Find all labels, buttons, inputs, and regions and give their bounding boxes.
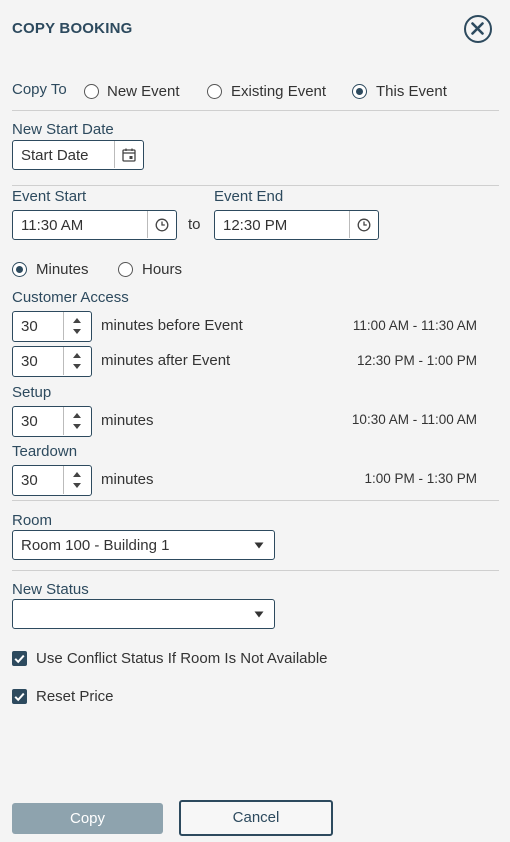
teardown-text: minutes (101, 471, 154, 488)
field-separator (349, 211, 350, 238)
room-select[interactable]: Room 100 - Building 1 (12, 530, 275, 560)
divider (12, 500, 499, 501)
before-event-text: minutes before Event (101, 317, 243, 334)
new-status-select[interactable] (12, 599, 275, 629)
event-end-field[interactable]: 12:30 PM (214, 210, 379, 240)
checkmark-icon (14, 654, 25, 664)
setup-label: Setup (12, 384, 52, 401)
new-status-label: New Status (12, 581, 89, 598)
cancel-button[interactable]: Cancel (179, 800, 333, 836)
teardown-value: 30 (21, 472, 38, 489)
copy-button[interactable]: Copy (12, 803, 163, 834)
chevron-down-icon (254, 611, 264, 618)
after-event-value: 30 (21, 353, 38, 370)
teardown-range: 1:00 PM - 1:30 PM (364, 471, 477, 486)
radio-hours-label[interactable]: Hours (142, 261, 182, 278)
teardown-label: Teardown (12, 443, 78, 460)
stepper-separator (63, 466, 64, 494)
radio-new-event[interactable] (84, 84, 99, 99)
stepper-arrows-icon[interactable] (72, 411, 82, 431)
after-event-range: 12:30 PM - 1:00 PM (356, 353, 477, 368)
before-event-stepper[interactable]: 30 (12, 311, 92, 342)
stepper-arrows-icon[interactable] (72, 470, 82, 490)
start-date-placeholder: Start Date (21, 147, 89, 164)
radio-minutes-label[interactable]: Minutes (36, 261, 89, 278)
stepper-arrows-icon[interactable] (72, 351, 82, 371)
radio-new-event-label[interactable]: New Event (107, 83, 180, 100)
new-start-date-label: New Start Date (12, 121, 114, 138)
field-separator (147, 211, 148, 238)
radio-existing-event[interactable] (207, 84, 222, 99)
setup-text: minutes (101, 412, 154, 429)
copy-to-label: Copy To (12, 81, 67, 98)
after-event-text: minutes after Event (101, 352, 231, 369)
dialog-title: COPY BOOKING (12, 20, 133, 37)
setup-range: 10:30 AM - 11:00 AM (351, 412, 477, 427)
event-end-label: Event End (214, 188, 284, 205)
use-conflict-label[interactable]: Use Conflict Status If Room Is Not Avail… (36, 650, 328, 667)
calendar-icon[interactable] (122, 148, 136, 162)
close-icon (471, 22, 484, 35)
event-end-value: 12:30 PM (223, 217, 288, 234)
divider (12, 110, 499, 111)
chevron-down-icon (254, 542, 264, 549)
after-event-stepper[interactable]: 30 (12, 346, 92, 377)
stepper-separator (63, 407, 64, 435)
field-separator (114, 141, 115, 168)
checkmark-icon (14, 692, 25, 702)
before-event-range: 11:00 AM - 11:30 AM (352, 318, 477, 333)
room-value: Room 100 - Building 1 (21, 537, 170, 554)
stepper-separator (63, 347, 64, 375)
divider (12, 185, 499, 186)
stepper-separator (63, 312, 64, 340)
divider (12, 570, 499, 571)
use-conflict-checkbox[interactable] (12, 651, 27, 666)
radio-this-event-label[interactable]: This Event (376, 83, 447, 100)
setup-value: 30 (21, 413, 38, 430)
customer-access-label: Customer Access (12, 289, 129, 306)
radio-minutes[interactable] (12, 262, 27, 277)
to-separator: to (188, 216, 201, 233)
event-start-label: Event Start (12, 188, 87, 205)
setup-stepper[interactable]: 30 (12, 406, 92, 437)
before-event-value: 30 (21, 318, 38, 335)
radio-this-event[interactable] (352, 84, 367, 99)
clock-icon[interactable] (155, 218, 169, 232)
close-button[interactable] (464, 15, 492, 43)
room-label: Room (12, 512, 53, 529)
reset-price-label[interactable]: Reset Price (36, 688, 114, 705)
teardown-stepper[interactable]: 30 (12, 465, 92, 496)
stepper-arrows-icon[interactable] (72, 316, 82, 336)
radio-existing-event-label[interactable]: Existing Event (231, 83, 326, 100)
event-start-field[interactable]: 11:30 AM (12, 210, 177, 240)
radio-hours[interactable] (118, 262, 133, 277)
clock-icon[interactable] (357, 218, 371, 232)
event-start-value: 11:30 AM (21, 217, 84, 234)
new-start-date-field[interactable]: Start Date (12, 140, 144, 170)
reset-price-checkbox[interactable] (12, 689, 27, 704)
